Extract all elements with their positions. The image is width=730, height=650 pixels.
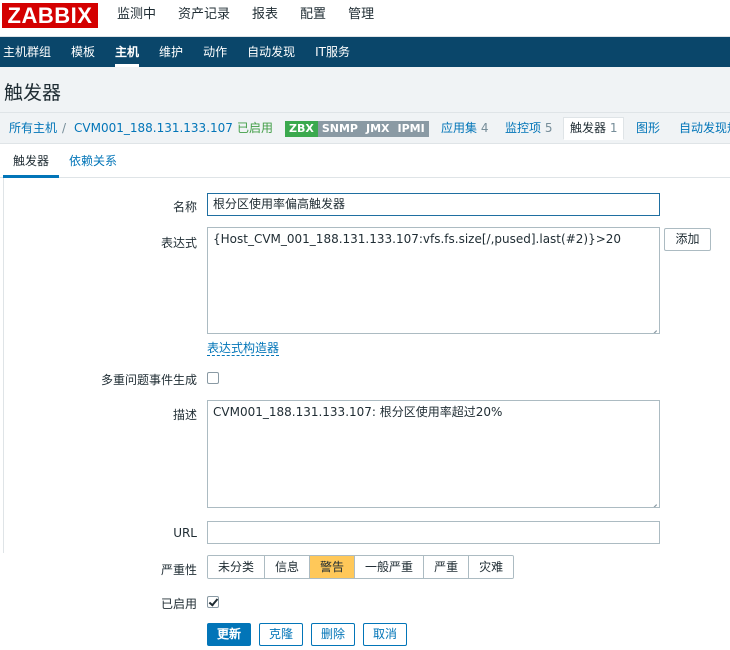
tab-items-count: 5 [544, 121, 553, 135]
main-menu: 监测中 资产记录 报表 配置 管理 [106, 0, 385, 30]
breadcrumb-host[interactable]: CVM001_188.131.133.107 [74, 113, 233, 143]
expression-label: 表达式 [160, 236, 197, 250]
expression-textarea[interactable]: {Host_CVM_001_188.131.133.107:vfs.fs.siz… [207, 227, 660, 334]
sub-actions[interactable]: 动作 [193, 37, 237, 67]
multiple-events-label: 多重问题事件生成 [100, 373, 197, 387]
multiple-events-checkbox[interactable] [207, 372, 219, 384]
resize-handle-icon[interactable] [649, 323, 657, 331]
sub-discovery[interactable]: 自动发现 [237, 37, 305, 67]
url-label: URL [173, 526, 197, 540]
menu-inventory[interactable]: 资产记录 [167, 0, 241, 30]
sub-hosts[interactable]: 主机 [105, 37, 149, 67]
form-actions: 更新 克隆 删除 取消 [207, 623, 408, 646]
menu-reports[interactable]: 报表 [241, 0, 289, 30]
url-input[interactable] [207, 521, 660, 544]
expression-text: {Host_CVM_001_188.131.133.107:vfs.fs.siz… [213, 232, 622, 246]
tab-applications-count: 4 [480, 121, 489, 135]
tab-items-label: 监控项 [505, 121, 542, 135]
severity-high[interactable]: 严重 [424, 556, 470, 578]
menu-administration[interactable]: 管理 [337, 0, 385, 30]
resize-handle-icon[interactable] [649, 497, 657, 505]
form-tab-trigger[interactable]: 触发器 [3, 148, 59, 178]
page-header: 触发器 [0, 67, 730, 112]
enabled-checkbox[interactable] [207, 596, 219, 608]
sub-menu: 主机群组 模板 主机 维护 动作 自动发现 IT服务 [0, 37, 730, 67]
form-tab-dependencies[interactable]: 依赖关系 [69, 148, 117, 178]
enabled-label: 已启用 [160, 597, 197, 611]
host-navigation: 所有主机 / CVM001_188.131.133.107 已启用 ZBX SN… [0, 112, 730, 144]
description-textarea[interactable]: CVM001_188.131.133.107: 根分区使用率超过20% [207, 400, 660, 508]
form-tabs: 触发器 依赖关系 [0, 148, 730, 178]
badge-zbx: ZBX [285, 121, 318, 137]
tab-triggers-label: 触发器 [570, 121, 607, 135]
expression-builder-link[interactable]: 表达式构造器 [207, 341, 280, 356]
update-button[interactable]: 更新 [207, 623, 252, 646]
menu-monitoring[interactable]: 监测中 [106, 0, 167, 30]
tab-applications-label: 应用集 [441, 121, 478, 135]
tab-applications[interactable]: 应用集 4 [441, 113, 488, 143]
name-label: 名称 [172, 200, 197, 214]
severity-information[interactable]: 信息 [265, 556, 311, 578]
badge-jmx: JMX [361, 121, 394, 137]
sub-host-groups[interactable]: 主机群组 [0, 37, 61, 67]
tab-triggers-count: 1 [609, 121, 618, 135]
severity-not-classified[interactable]: 未分类 [208, 556, 266, 578]
severity-disaster[interactable]: 灾难 [469, 556, 514, 578]
tab-discovery-rules[interactable]: 自动发现规 [679, 113, 730, 143]
sub-templates[interactable]: 模板 [61, 37, 105, 67]
top-bar: ZABBIX 监测中 资产记录 报表 配置 管理 [0, 0, 730, 37]
availability-badges: ZBX SNMP JMX IPMI [285, 121, 429, 137]
severity-selector: 未分类 信息 警告 一般严重 严重 灾难 [207, 555, 515, 579]
tab-items[interactable]: 监控项 5 [505, 113, 552, 143]
severity-label: 严重性 [160, 563, 197, 577]
name-input[interactable]: 根分区使用率偏高触发器 [207, 193, 660, 216]
severity-average[interactable]: 一般严重 [355, 556, 425, 578]
clone-button[interactable]: 克隆 [259, 623, 304, 646]
page-title: 触发器 [4, 82, 62, 104]
description-label: 描述 [172, 408, 197, 422]
host-enabled-status[interactable]: 已启用 [237, 113, 273, 143]
cancel-button[interactable]: 取消 [363, 623, 408, 646]
sub-maintenance[interactable]: 维护 [149, 37, 193, 67]
breadcrumb-all-hosts[interactable]: 所有主机 [9, 113, 57, 143]
add-expression-button[interactable]: 添加 [664, 228, 711, 251]
sub-it-services[interactable]: IT服务 [305, 37, 360, 67]
menu-configuration[interactable]: 配置 [289, 0, 337, 30]
description-text: CVM001_188.131.133.107: 根分区使用率超过20% [213, 405, 503, 419]
tab-graphs[interactable]: 图形 [636, 113, 660, 143]
severity-warning[interactable]: 警告 [310, 556, 356, 578]
badge-ipmi: IPMI [393, 121, 429, 137]
tab-triggers[interactable]: 触发器 1 [563, 117, 624, 140]
zabbix-logo[interactable]: ZABBIX [2, 3, 98, 28]
badge-snmp: SNMP [317, 121, 362, 137]
breadcrumb-separator: / [62, 121, 67, 135]
delete-button[interactable]: 删除 [311, 623, 356, 646]
